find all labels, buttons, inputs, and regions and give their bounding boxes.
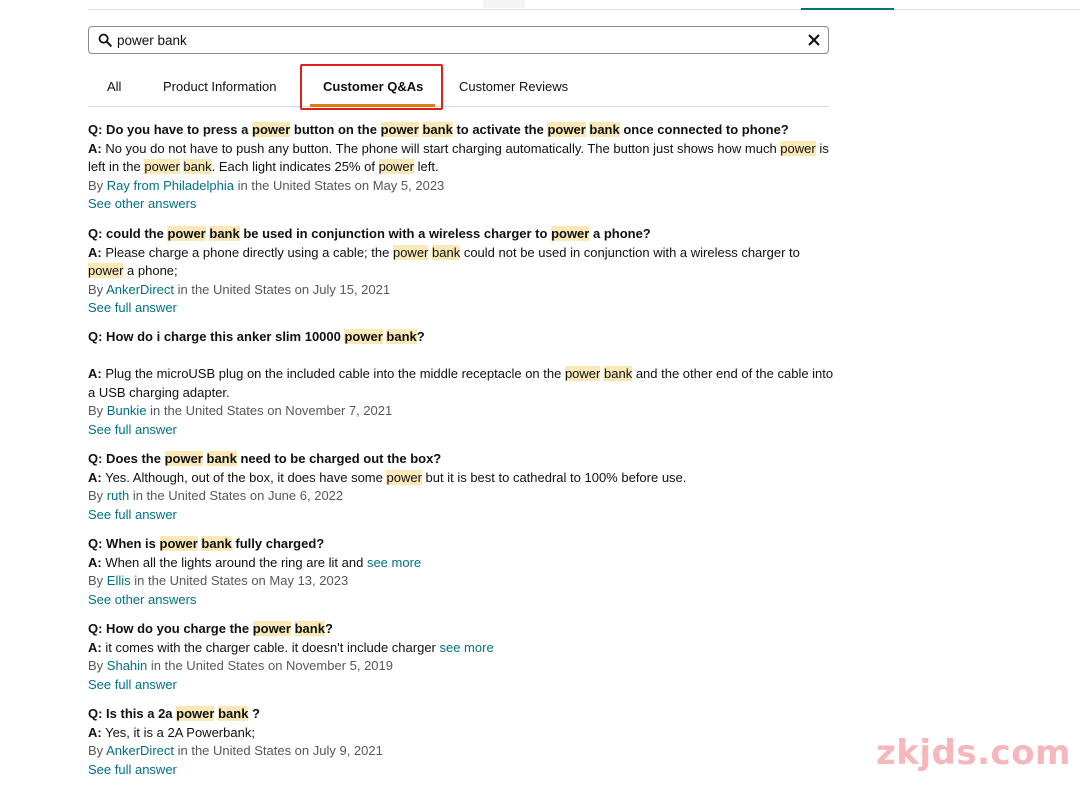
tab-bar-divider bbox=[88, 106, 829, 107]
keyword-highlight: bank bbox=[422, 122, 453, 137]
answer-text: A: No you do not have to push any button… bbox=[88, 140, 829, 174]
see-full-answer-link[interactable]: See full answer bbox=[88, 421, 838, 440]
watermark: zkjds.com bbox=[876, 733, 1071, 773]
author-link[interactable]: AnkerDirect bbox=[106, 282, 174, 297]
keyword-highlight: power bbox=[380, 122, 419, 137]
answer-prefix: A: bbox=[88, 366, 102, 381]
question-text: Q: Is this a 2a power bank ? bbox=[88, 706, 260, 721]
answer-byline: By Bunkie in the United States on Novemb… bbox=[88, 403, 393, 418]
keyword-highlight: power bbox=[392, 244, 429, 260]
author-link[interactable]: Ellis bbox=[107, 573, 131, 588]
answer-byline: By Shahin in the United States on Novemb… bbox=[88, 658, 393, 673]
question-text: Q: When is power bank fully charged? bbox=[88, 536, 325, 551]
keyword-highlight: power bbox=[386, 469, 422, 485]
see-full-answer-link[interactable]: See full answer bbox=[88, 761, 838, 780]
top-divider bbox=[88, 9, 1080, 10]
qa-item: Q: How do you charge the power bank? A: i… bbox=[88, 620, 838, 694]
see-full-answer-link[interactable]: See full answer bbox=[88, 506, 838, 525]
close-icon[interactable] bbox=[804, 30, 824, 50]
question-text: Q: Do you have to press a power button o… bbox=[88, 122, 789, 137]
answer-byline: By AnkerDirect in the United States on J… bbox=[88, 281, 391, 297]
keyword-highlight: bank bbox=[604, 366, 633, 381]
question-text: Q: Does the power bank need to be charge… bbox=[88, 451, 442, 466]
answer-prefix: A: bbox=[88, 244, 102, 260]
qa-item: Q: How do i charge this anker slim 10000… bbox=[88, 328, 838, 439]
keyword-highlight: power bbox=[551, 226, 590, 241]
keyword-highlight: bank bbox=[386, 329, 417, 344]
keyword-highlight: bank bbox=[432, 244, 461, 260]
question-text: Q: How do you charge the power bank? bbox=[88, 621, 333, 636]
keyword-highlight: power bbox=[252, 122, 291, 137]
answer-text: A: Yes, it is a 2A Powerbank; bbox=[88, 724, 255, 740]
question-text: Q: How do i charge this anker slim 10000… bbox=[88, 329, 425, 344]
see-more-link[interactable]: see more bbox=[439, 640, 493, 655]
answer-byline: By Ellis in the United States on May 13,… bbox=[88, 573, 349, 588]
answer-byline: By Ray from Philadelphia in the United S… bbox=[88, 177, 445, 193]
qa-item: Q: Does the power bank need to be charge… bbox=[88, 450, 838, 524]
author-link[interactable]: AnkerDirect bbox=[106, 743, 174, 758]
keyword-highlight: bank bbox=[201, 536, 232, 551]
answer-prefix: A: bbox=[88, 554, 102, 570]
answer-prefix: A: bbox=[88, 140, 102, 156]
keyword-highlight: power bbox=[252, 621, 291, 636]
answer-text: A: it comes with the charger cable. it d… bbox=[88, 639, 494, 655]
keyword-highlight: bank bbox=[218, 706, 249, 721]
see-other-answers-link[interactable]: See other answers bbox=[88, 195, 838, 214]
tab-bar: All Product Information Customer Q&As Cu… bbox=[88, 64, 829, 110]
keyword-highlight: power bbox=[378, 159, 414, 174]
answer-byline: By AnkerDirect in the United States on J… bbox=[88, 743, 383, 758]
answer-byline: By ruth in the United States on June 6, … bbox=[88, 488, 344, 503]
tab-product-information[interactable]: Product Information bbox=[163, 79, 276, 94]
keyword-highlight: bank bbox=[209, 226, 240, 241]
author-link[interactable]: Shahin bbox=[107, 658, 147, 673]
see-more-link[interactable]: see more bbox=[367, 555, 421, 570]
qa-item: Q: Is this a 2a power bank ? A: Yes, it i… bbox=[88, 705, 838, 779]
qa-item: Q: Do you have to press a power button o… bbox=[88, 121, 838, 214]
keyword-highlight: power bbox=[780, 140, 816, 156]
see-full-answer-link[interactable]: See full answer bbox=[88, 676, 838, 695]
qa-item: Q: When is power bank fully charged? A: W… bbox=[88, 535, 838, 609]
keyword-highlight: power bbox=[176, 706, 215, 721]
search-icon bbox=[98, 33, 112, 47]
search-box[interactable]: power bank bbox=[88, 26, 829, 54]
answer-prefix: A: bbox=[88, 639, 102, 655]
keyword-highlight: power bbox=[88, 263, 124, 278]
keyword-highlight: power bbox=[144, 159, 180, 174]
answer-prefix: A: bbox=[88, 724, 102, 740]
tab-customer-reviews[interactable]: Customer Reviews bbox=[459, 79, 568, 94]
tab-all[interactable]: All bbox=[107, 79, 121, 94]
keyword-highlight: bank bbox=[206, 451, 237, 466]
answer-text: A: Yes. Although, out of the box, it doe… bbox=[88, 469, 687, 485]
see-full-answer-link[interactable]: See full answer bbox=[88, 299, 838, 318]
author-link[interactable]: ruth bbox=[107, 488, 129, 503]
answer-text: A: Plug the microUSB plug on the include… bbox=[88, 366, 834, 400]
keyword-highlight: power bbox=[547, 122, 586, 137]
top-active-indicator bbox=[801, 8, 894, 10]
keyword-highlight: power bbox=[159, 536, 198, 551]
see-other-answers-link[interactable]: See other answers bbox=[88, 591, 838, 610]
answer-text: A: Please charge a phone directly using … bbox=[88, 244, 800, 278]
keyword-highlight: power bbox=[564, 366, 601, 381]
top-tab-fragment bbox=[483, 0, 525, 8]
active-tab-highlight-box bbox=[300, 64, 443, 110]
author-link[interactable]: Ray from Philadelphia bbox=[107, 178, 234, 193]
question-text: Q: could the power bank be used in conju… bbox=[88, 226, 651, 241]
answer-text: A: When all the lights around the ring a… bbox=[88, 554, 422, 570]
answer-prefix: A: bbox=[88, 469, 102, 485]
keyword-highlight: bank bbox=[589, 122, 620, 137]
keyword-highlight: bank bbox=[183, 159, 212, 174]
search-input[interactable]: power bank bbox=[117, 33, 187, 48]
keyword-highlight: bank bbox=[294, 621, 325, 636]
author-link[interactable]: Bunkie bbox=[107, 403, 147, 418]
qa-item: Q: could the power bank be used in conju… bbox=[88, 225, 838, 318]
keyword-highlight: power bbox=[164, 451, 203, 466]
keyword-highlight: power bbox=[344, 329, 383, 344]
keyword-highlight: power bbox=[167, 226, 206, 241]
